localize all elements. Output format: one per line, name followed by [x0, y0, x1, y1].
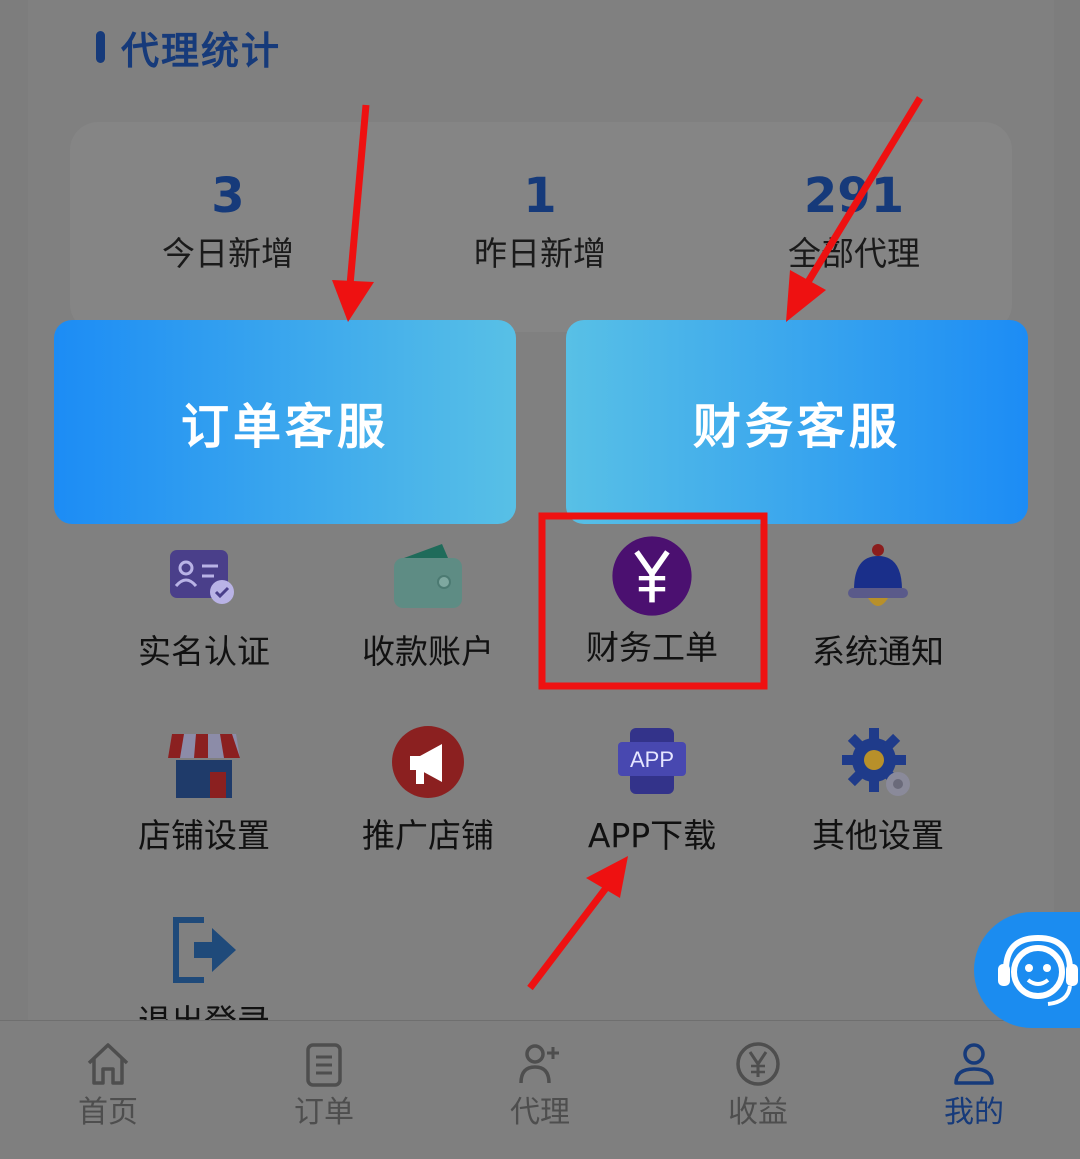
- stat-label: 今日新增: [162, 234, 294, 273]
- menu-label: 其他设置: [812, 816, 944, 855]
- nav-label: 代理: [510, 1095, 570, 1130]
- bottom-navigation: 首页 订单 代理 收益 我的: [0, 1020, 1080, 1159]
- order-list-icon: [306, 1043, 342, 1087]
- stat-today-new[interactable]: 3 今日新增: [98, 168, 358, 274]
- stat-yesterday-new[interactable]: 1 昨日新增: [410, 168, 670, 274]
- order-service-button[interactable]: 订单客服: [54, 320, 516, 524]
- nav-agents[interactable]: 代理: [470, 1039, 610, 1131]
- section-title: 代理统计: [121, 28, 282, 73]
- stat-value: 3: [211, 168, 245, 224]
- stat-label: 昨日新增: [474, 234, 606, 273]
- nav-profile[interactable]: 我的: [904, 1039, 1044, 1131]
- menu-label: 店铺设置: [138, 816, 270, 855]
- megaphone-icon: [392, 726, 464, 798]
- nav-earnings[interactable]: 收益: [688, 1039, 828, 1131]
- profile-icon: [954, 1043, 994, 1085]
- nav-label: 首页: [78, 1095, 138, 1130]
- stat-value: 291: [803, 168, 905, 224]
- headset-smiley-icon: [998, 934, 1078, 1006]
- menu-label: 收款账户: [362, 632, 494, 671]
- menu-app-download[interactable]: APP APP下载: [540, 724, 764, 858]
- nav-label: 订单: [294, 1095, 354, 1130]
- add-user-icon: [519, 1044, 559, 1084]
- id-card-icon: [170, 550, 234, 604]
- menu-system-notice[interactable]: 系统通知: [766, 540, 990, 674]
- yuan-circle-icon: [736, 1042, 780, 1086]
- menu-shop-settings[interactable]: 店铺设置: [92, 724, 316, 858]
- menu-label: APP下载: [587, 816, 717, 855]
- section-header: 代理统计: [96, 22, 282, 73]
- wallet-icon: [394, 544, 462, 608]
- yuan-coin-icon: [612, 536, 692, 616]
- menu-label: 系统通知: [812, 632, 944, 671]
- bell-icon: [848, 544, 908, 606]
- app-icon-text: APP: [630, 747, 674, 772]
- gear-icon: [842, 728, 910, 796]
- nav-label: 收益: [728, 1095, 788, 1130]
- menu-promote-shop[interactable]: 推广店铺: [316, 724, 540, 858]
- storefront-icon: [168, 734, 240, 798]
- title-accent-bar: [96, 31, 105, 63]
- menu-real-name-auth[interactable]: 实名认证: [92, 540, 316, 674]
- stat-value: 1: [523, 168, 557, 224]
- home-icon: [87, 1043, 129, 1085]
- nav-label: 我的: [944, 1095, 1004, 1130]
- menu-payment-account[interactable]: 收款账户: [316, 540, 540, 674]
- app-download-icon: APP: [618, 728, 686, 794]
- customer-service-float-button[interactable]: [974, 912, 1080, 1028]
- menu-other-settings[interactable]: 其他设置: [766, 724, 990, 858]
- finance-service-button[interactable]: 财务客服: [566, 320, 1028, 524]
- stat-all-agents[interactable]: 291 全部代理: [724, 168, 984, 274]
- menu-label: 推广店铺: [362, 816, 494, 855]
- menu-finance-ticket[interactable]: 财务工单: [540, 532, 764, 670]
- menu-label: 实名认证: [138, 632, 270, 671]
- nav-home[interactable]: 首页: [38, 1039, 178, 1131]
- logout-icon: [173, 917, 236, 983]
- stat-label: 全部代理: [788, 234, 920, 273]
- nav-orders[interactable]: 订单: [254, 1039, 394, 1131]
- menu-label: 财务工单: [586, 628, 718, 667]
